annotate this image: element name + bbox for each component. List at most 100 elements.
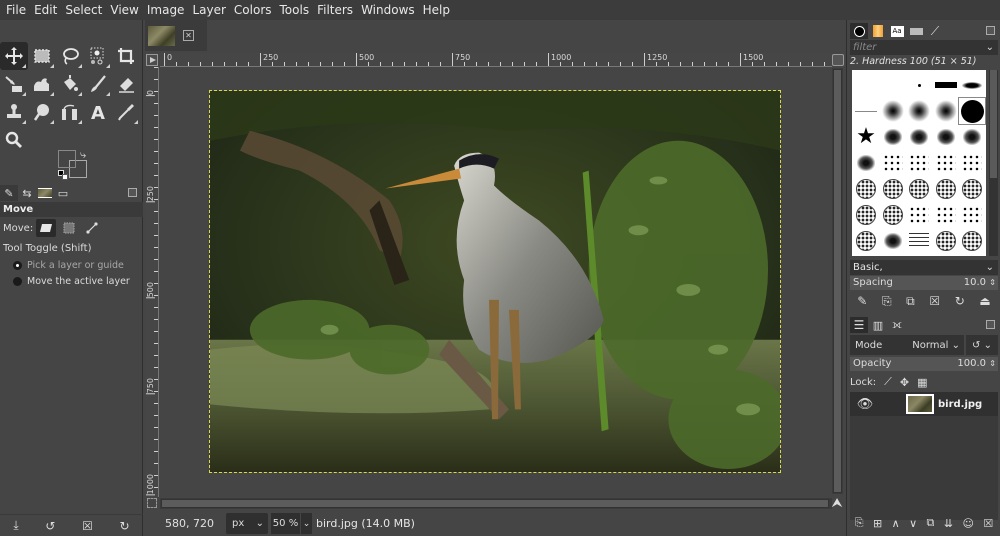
brush-item[interactable]: [853, 150, 879, 176]
edit-brush-icon[interactable]: ✎: [857, 294, 867, 308]
brush-item[interactable]: [906, 72, 932, 98]
eraser-tool[interactable]: [112, 70, 140, 98]
tab-brushes[interactable]: [850, 23, 868, 39]
menu-edit[interactable]: Edit: [31, 0, 62, 20]
move-path-mode[interactable]: [82, 219, 102, 237]
zoom-tool[interactable]: [0, 126, 28, 154]
radio-button[interactable]: [13, 260, 22, 270]
ruler-menu-button[interactable]: [146, 54, 158, 66]
crop-tool[interactable]: [112, 42, 140, 70]
brush-grid-scrollbar-thumb[interactable]: [990, 70, 997, 178]
brush-item[interactable]: [906, 202, 932, 228]
menu-layer[interactable]: Layer: [189, 0, 230, 20]
horizontal-ruler[interactable]: 0 250 500 750 1000 1250 1500: [160, 53, 832, 67]
brush-item[interactable]: [959, 176, 985, 202]
brush-filter-input[interactable]: filter ⌄: [850, 40, 998, 55]
refresh-brushes-icon[interactable]: ↻: [955, 294, 965, 308]
menu-select[interactable]: Select: [62, 0, 107, 20]
canvas-area[interactable]: [160, 67, 832, 497]
composite-mode-select[interactable]: ↺ ⌄: [966, 335, 998, 355]
color-picker-tool[interactable]: [112, 98, 140, 126]
bucket-fill-tool[interactable]: [56, 70, 84, 98]
brush-item[interactable]: [959, 150, 985, 176]
tab-tool-options[interactable]: ✎: [0, 185, 18, 201]
save-options-icon[interactable]: ⤓: [13, 518, 18, 533]
spacing-slider[interactable]: Spacing 10.0 ⇕: [850, 276, 998, 290]
radio-pick-layer[interactable]: Pick a layer or guide: [0, 257, 143, 273]
brush-item[interactable]: [880, 72, 906, 98]
brush-item[interactable]: [933, 150, 959, 176]
clone-tool[interactable]: [0, 98, 28, 126]
navigate-icon[interactable]: ⮝: [830, 497, 844, 511]
brush-item[interactable]: [933, 124, 959, 150]
brush-item[interactable]: [853, 202, 879, 228]
tab-channels[interactable]: ▥: [869, 317, 887, 333]
unit-select[interactable]: px ⌄: [226, 513, 268, 534]
quick-mask-toggle[interactable]: [147, 498, 157, 508]
brush-item[interactable]: [933, 176, 959, 202]
brush-item[interactable]: [933, 228, 959, 254]
dock-menu-button[interactable]: [128, 188, 137, 197]
reset-options-icon[interactable]: ↻: [120, 519, 130, 533]
delete-layer-icon[interactable]: ☒: [983, 517, 993, 530]
brush-tag-select[interactable]: Basic, ⌄: [850, 260, 998, 275]
move-layer-mode[interactable]: [36, 219, 57, 237]
brush-item[interactable]: [880, 176, 906, 202]
fuzzy-select-tool[interactable]: [84, 42, 112, 70]
brush-item[interactable]: [880, 202, 906, 228]
text-tool[interactable]: A: [84, 98, 112, 126]
new-layer-icon[interactable]: ⎘: [855, 516, 864, 530]
menu-view[interactable]: View: [107, 0, 143, 20]
brush-item[interactable]: [906, 124, 932, 150]
horizontal-scrollbar-thumb[interactable]: [161, 499, 829, 508]
tab-layers[interactable]: ☰: [850, 317, 868, 333]
dock-menu-button[interactable]: [986, 26, 995, 35]
unified-transform-tool[interactable]: [0, 70, 28, 98]
duplicate-brush-icon[interactable]: ⧉: [906, 294, 915, 309]
free-select-tool[interactable]: [56, 42, 84, 70]
brush-grid-scrollbar[interactable]: [989, 70, 998, 256]
new-layer-group-icon[interactable]: ⊞: [873, 517, 882, 530]
layer-row[interactable]: 👁 bird.jpg: [850, 392, 998, 416]
brush-item[interactable]: [958, 97, 986, 125]
chevron-down-icon[interactable]: ⌄: [986, 40, 994, 55]
menu-filters[interactable]: Filters: [314, 0, 358, 20]
vertical-scrollbar[interactable]: [832, 68, 843, 494]
opacity-slider[interactable]: Opacity 100.0 ⇕: [850, 357, 998, 371]
zoom-dropdown-button[interactable]: ⌄: [301, 513, 312, 534]
image-tab[interactable]: ✕: [145, 20, 207, 51]
menu-image[interactable]: Image: [144, 0, 190, 20]
brush-item[interactable]: [880, 228, 906, 254]
close-icon[interactable]: ✕: [183, 30, 194, 41]
paintbrush-tool[interactable]: [84, 70, 112, 98]
brush-item[interactable]: [853, 228, 879, 254]
brush-item[interactable]: [959, 228, 985, 254]
tab-device-status[interactable]: ▭: [54, 185, 72, 201]
lock-alpha-icon[interactable]: ▦: [917, 376, 927, 389]
vertical-scrollbar-thumb[interactable]: [833, 69, 842, 493]
restore-options-icon[interactable]: ↺: [45, 519, 55, 533]
new-brush-icon[interactable]: ⎘: [882, 294, 892, 309]
delete-options-icon[interactable]: ☒: [82, 519, 93, 533]
radio-move-active-layer[interactable]: Move the active layer: [0, 273, 143, 289]
warp-transform-tool[interactable]: [28, 70, 56, 98]
brush-item[interactable]: [959, 202, 985, 228]
brush-item[interactable]: [880, 124, 906, 150]
menu-help[interactable]: Help: [420, 0, 455, 20]
duplicate-layer-icon[interactable]: ⧉: [927, 516, 935, 530]
tab-paint-dynamics[interactable]: ⟋: [926, 23, 944, 39]
brush-item[interactable]: [933, 202, 959, 228]
brush-item[interactable]: [906, 176, 932, 202]
spin-arrows-icon[interactable]: ⇕: [989, 357, 996, 371]
zoom-input[interactable]: 50 %: [271, 513, 300, 534]
zoom-toggle-button[interactable]: [832, 54, 844, 66]
default-colors-icon[interactable]: [58, 170, 68, 180]
vertical-ruler[interactable]: 0 250 500 750 1000: [145, 67, 159, 497]
menu-colors[interactable]: Colors: [231, 0, 277, 20]
brush-item[interactable]: [880, 150, 906, 176]
raise-layer-icon[interactable]: ∧: [892, 517, 900, 530]
paths-tool[interactable]: [56, 98, 84, 126]
menu-file[interactable]: File: [3, 0, 31, 20]
menu-windows[interactable]: Windows: [358, 0, 420, 20]
tab-document-history[interactable]: [907, 23, 925, 39]
